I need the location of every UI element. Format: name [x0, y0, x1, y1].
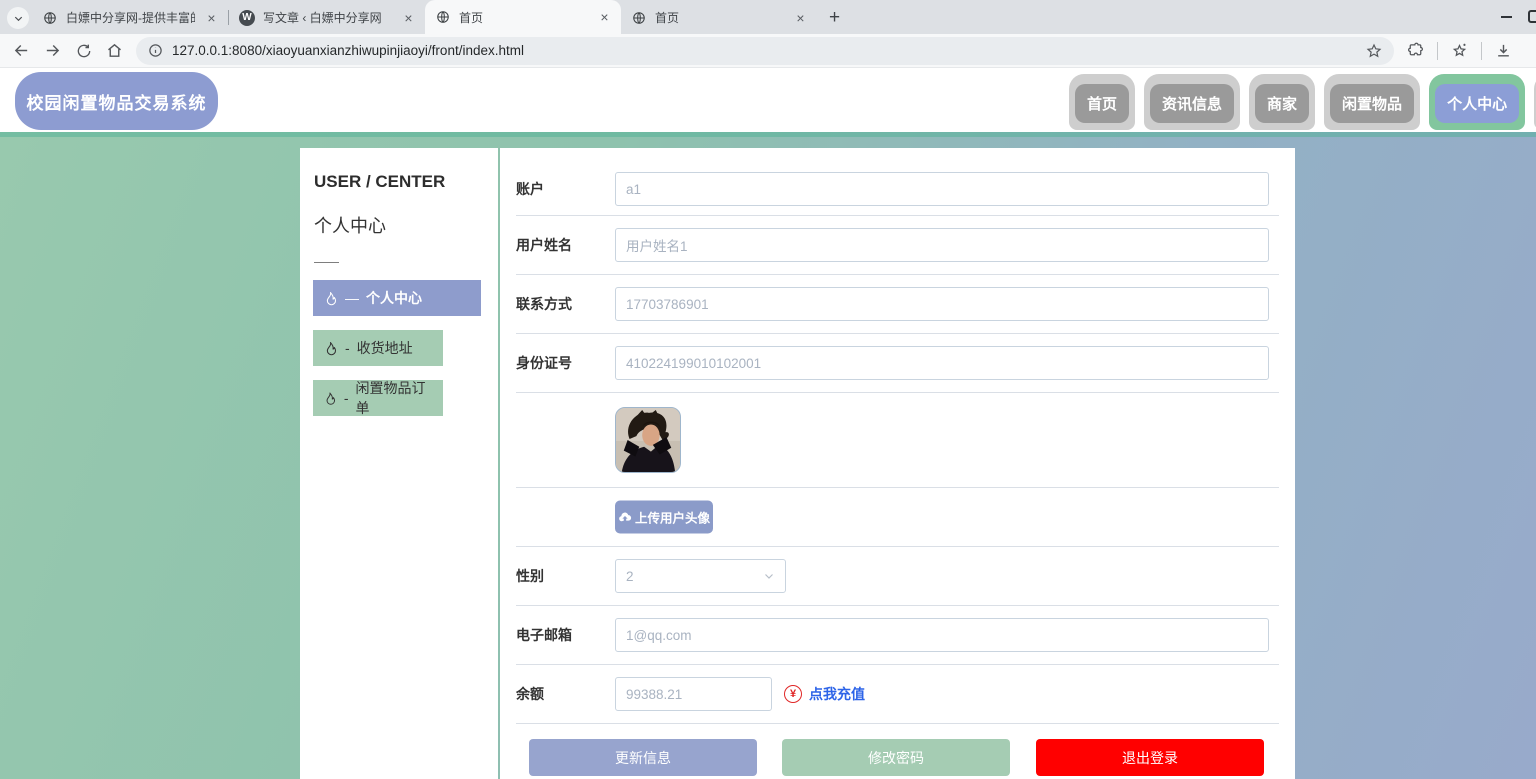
url-text[interactable]: 127.0.0.1:8080/xiaoyuanxianzhiwupinjiaoy… — [172, 43, 1357, 58]
forward-icon[interactable] — [39, 37, 66, 64]
form-row-email: 电子邮箱 — [516, 606, 1279, 665]
tab-close-icon[interactable]: × — [792, 9, 809, 26]
balance-input[interactable] — [615, 677, 772, 711]
sidebar-item-idle-goods-orders[interactable]: - 闲置物品订单 — [313, 380, 443, 416]
tab-close-icon[interactable]: × — [596, 9, 613, 26]
form-actions: 更新信息 修改密码 退出登录 — [516, 724, 1279, 779]
sidebar-subheading: 个人中心 — [314, 216, 386, 236]
tab-search-button[interactable] — [7, 7, 29, 29]
account-input[interactable] — [615, 172, 1269, 206]
tab-title: 首页 — [655, 11, 680, 25]
sidebar-item-label: 收货地址 — [356, 340, 413, 356]
nav-item-news[interactable]: 资讯信息 — [1144, 74, 1241, 130]
toolbar-divider — [1481, 41, 1482, 60]
bookmark-star-icon[interactable] — [1366, 43, 1382, 59]
flame-icon — [326, 291, 337, 305]
globe-favicon-icon — [631, 10, 647, 26]
flame-icon — [326, 341, 337, 355]
browser-tab-3-active[interactable]: 首页 × — [425, 0, 621, 34]
screen: 白嫖中分享网-提供丰富的 Java × W 写文章 ‹ 白嫖中分享网 × 首页 … — [0, 0, 1536, 779]
extensions-puzzle-icon[interactable] — [1402, 37, 1429, 64]
sidebar-divider — [314, 262, 339, 263]
wordpress-favicon-icon: W — [239, 9, 255, 26]
sidebar-menu: — 个人中心 - 收货地址 - 闲置物品订单 — [313, 280, 498, 416]
phone-input[interactable] — [615, 287, 1269, 321]
browser-tab-1[interactable]: 白嫖中分享网-提供丰富的 Java × — [32, 1, 228, 34]
reload-icon[interactable] — [70, 37, 97, 64]
form-row-name: 用户姓名 — [516, 216, 1279, 275]
update-info-button[interactable]: 更新信息 — [529, 739, 757, 776]
account-label: 账户 — [516, 181, 544, 197]
new-tab-button[interactable]: + — [821, 4, 848, 31]
sidebar-heading: USER / CENTER — [314, 172, 446, 191]
flame-icon — [326, 392, 336, 405]
window-maximize-button[interactable] — [1528, 10, 1536, 23]
form-row-phone: 联系方式 — [516, 275, 1279, 334]
nav-item-home[interactable]: 首页 — [1069, 74, 1136, 130]
chevron-down-icon — [14, 16, 22, 21]
form-row-gender: 性别 2 — [516, 547, 1279, 606]
sidebar-item-shipping-address[interactable]: - 收货地址 — [313, 330, 443, 366]
globe-favicon-icon — [42, 10, 58, 26]
nav-item-idle-goods[interactable]: 闲置物品 — [1324, 74, 1421, 130]
sidebar-item-user-center[interactable]: — 个人中心 — [313, 280, 481, 316]
user-avatar-image — [615, 407, 681, 473]
change-password-button[interactable]: 修改密码 — [782, 739, 1010, 776]
sidebar-item-label: 闲置物品订单 — [355, 380, 426, 416]
tab-close-icon[interactable]: × — [400, 9, 417, 26]
form-row-id-number: 身份证号 — [516, 334, 1279, 393]
chevron-down-icon — [765, 574, 773, 579]
balance-label: 余额 — [516, 686, 544, 702]
download-icon[interactable] — [1490, 37, 1517, 64]
rmb-recharge-icon: ¥ — [784, 685, 802, 703]
globe-favicon-icon — [435, 9, 451, 25]
tab-title: 写文章 ‹ 白嫖中分享网 — [263, 11, 382, 25]
tab-title: 首页 — [459, 10, 484, 25]
main-nav: 首页 资讯信息 商家 闲置物品 个人中心 购物车 — [1069, 74, 1536, 130]
back-icon[interactable] — [8, 37, 35, 64]
phone-label: 联系方式 — [516, 296, 572, 312]
browser-tab-strip: 白嫖中分享网-提供丰富的 Java × W 写文章 ‹ 白嫖中分享网 × 首页 … — [0, 0, 1536, 34]
cloud-upload-icon — [619, 512, 632, 521]
user-profile-form: 账户 用户姓名 联系方式 身份证号 — [500, 148, 1295, 779]
name-label: 用户姓名 — [516, 237, 572, 253]
browser-tabs: 白嫖中分享网-提供丰富的 Java × W 写文章 ‹ 白嫖中分享网 × 首页 … — [32, 0, 848, 34]
address-bar[interactable]: 127.0.0.1:8080/xiaoyuanxianzhiwupinjiaoy… — [136, 36, 1394, 65]
header-underline-strip — [0, 132, 1536, 137]
sidebar: USER / CENTER 个人中心 — 个人中心 - 收货地址 - 闲置物品订… — [300, 148, 498, 779]
nav-item-user-center[interactable]: 个人中心 — [1429, 74, 1526, 130]
recharge-link[interactable]: 点我充值 — [809, 684, 865, 704]
page-body: USER / CENTER 个人中心 — 个人中心 - 收货地址 - 闲置物品订… — [0, 132, 1536, 779]
sparkle-star-icon[interactable] — [1446, 37, 1473, 64]
nav-item-merchants[interactable]: 商家 — [1249, 74, 1316, 130]
email-input[interactable] — [615, 618, 1269, 652]
gender-selected-value: 2 — [626, 568, 634, 584]
tab-close-icon[interactable]: × — [203, 9, 220, 26]
toolbar-divider — [1437, 41, 1438, 60]
name-input[interactable] — [615, 228, 1269, 262]
browser-tab-4[interactable]: 首页 × — [621, 1, 817, 34]
form-row-account: 账户 — [516, 163, 1279, 216]
browser-toolbar: 127.0.0.1:8080/xiaoyuanxianzhiwupinjiaoy… — [0, 34, 1536, 68]
site-info-icon[interactable] — [148, 43, 163, 58]
form-row-balance: 余额 ¥ 点我充值 — [516, 665, 1279, 724]
form-row-avatar — [516, 393, 1279, 488]
email-label: 电子邮箱 — [516, 627, 572, 643]
id-number-input[interactable] — [615, 346, 1269, 380]
form-row-upload: 上传用户头像 — [516, 488, 1279, 547]
tab-title: 白嫖中分享网-提供丰富的 Java — [66, 11, 195, 25]
site-header: 校园闲置物品交易系统 首页 资讯信息 商家 闲置物品 个人中心 购物车 — [0, 68, 1536, 132]
browser-tab-2[interactable]: W 写文章 ‹ 白嫖中分享网 × — [229, 1, 425, 34]
gender-select[interactable]: 2 — [615, 559, 786, 593]
site-title-badge: 校园闲置物品交易系统 — [15, 72, 218, 130]
upload-avatar-button[interactable]: 上传用户头像 — [615, 500, 713, 534]
id-number-label: 身份证号 — [516, 355, 572, 371]
sidebar-item-label: 个人中心 — [366, 290, 422, 306]
window-minimize-button[interactable] — [1501, 16, 1512, 18]
logout-button[interactable]: 退出登录 — [1036, 739, 1264, 776]
home-icon[interactable] — [101, 37, 128, 64]
gender-label: 性别 — [516, 568, 544, 584]
